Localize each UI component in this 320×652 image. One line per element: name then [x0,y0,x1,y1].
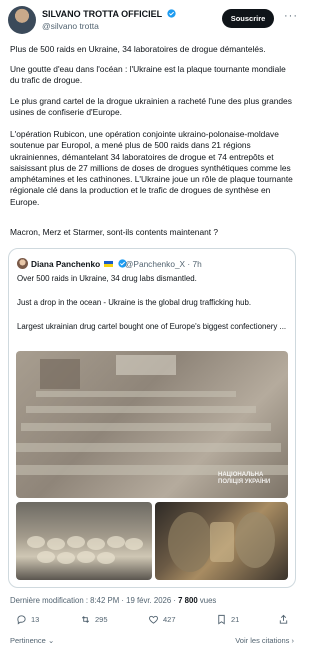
views-label: vues [197,596,217,605]
reply-icon [17,615,26,625]
relevance-sort-dropdown[interactable]: Pertinence ⌄ [10,636,54,645]
author-avatar[interactable] [8,6,36,34]
hazmat-drawing [168,512,275,572]
share-icon [279,614,288,624]
bookmark-button[interactable]: 21 [216,614,239,625]
author-name-row[interactable]: SILVANO TROTTA OFFICIEL [42,9,176,19]
quoted-author-name: Diana Panchenko [31,259,101,269]
like-button[interactable]: 427 [148,614,176,625]
post-paragraph-3: Le plus grand cartel de la drogue ukrain… [10,96,292,118]
post-header: SILVANO TROTTA OFFICIEL @silvano trotta … [8,6,298,38]
repost-button[interactable]: 295 [80,614,108,625]
author-handle[interactable]: @silvano trotta [42,21,99,31]
views-count: 7 800 [178,596,198,605]
replies-footer: Pertinence ⌄ Voir les citations › [10,636,294,648]
post-paragraph-4: L'opération Rubicon, une opération conjo… [10,129,293,207]
quoted-author-handle: @Panchenko_X · 7h [125,259,202,269]
quoted-author-avatar [17,258,28,269]
quoted-author-name-row: Diana Panchenko [31,259,127,269]
subscribe-button[interactable]: Souscrire [222,9,274,28]
heart-icon [149,615,158,624]
police-watermark: НАЦІОНАЛЬНА ПОЛІЦІЯ УКРАЇНИ [218,472,271,485]
bookmark-count: 21 [231,615,240,624]
quoted-text-line-2: Just a drop in the ocean - Ukraine is th… [17,298,252,307]
post-paragraph-2: Une goutte d'eau dans l'océan : l'Ukrain… [10,64,286,86]
action-bar: 13 295 427 21 [10,614,294,630]
post-paragraph-5: Macron, Merz et Starmer, sont-ils conten… [10,227,219,237]
post-paragraph-1: Plus de 500 raids en Ukraine, 34 laborat… [10,44,266,54]
seized-cash-photo[interactable]: НАЦІОНАЛЬНА ПОЛІЦІЯ УКРАЇНИ [16,351,288,498]
like-count: 427 [163,615,176,624]
share-button[interactable] [278,614,289,625]
hazmat-officers-photo[interactable] [155,502,288,580]
more-options-icon[interactable]: ··· [284,10,298,22]
reply-button[interactable]: 13 [16,614,39,625]
quoted-text-line-3: Largest ukrainian drug cartel bought one… [17,322,287,331]
post-timestamp: Dernière modification : 8:42 PM · 19 fév… [10,596,179,605]
reply-count: 13 [31,615,40,624]
author-name[interactable]: SILVANO TROTTA OFFICIEL [42,9,162,19]
quoted-text-line-1: Over 500 raids in Ukraine, 34 drug labs … [17,274,197,283]
quoted-post[interactable]: Diana Panchenko @Panchenko_X · 7h Over 5… [8,248,296,588]
verified-badge-icon [166,9,176,18]
bookmark-icon [218,614,225,625]
post-timestamp-views: Dernière modification : 8:42 PM · 19 fév… [10,596,216,605]
seized-packages-photo[interactable] [16,502,152,580]
repost-icon [81,616,90,623]
view-quotes-link[interactable]: Voir les citations › [235,636,294,645]
ukraine-flag-icon [104,261,114,267]
repost-count: 295 [95,615,108,624]
packages-drawing [27,536,143,564]
